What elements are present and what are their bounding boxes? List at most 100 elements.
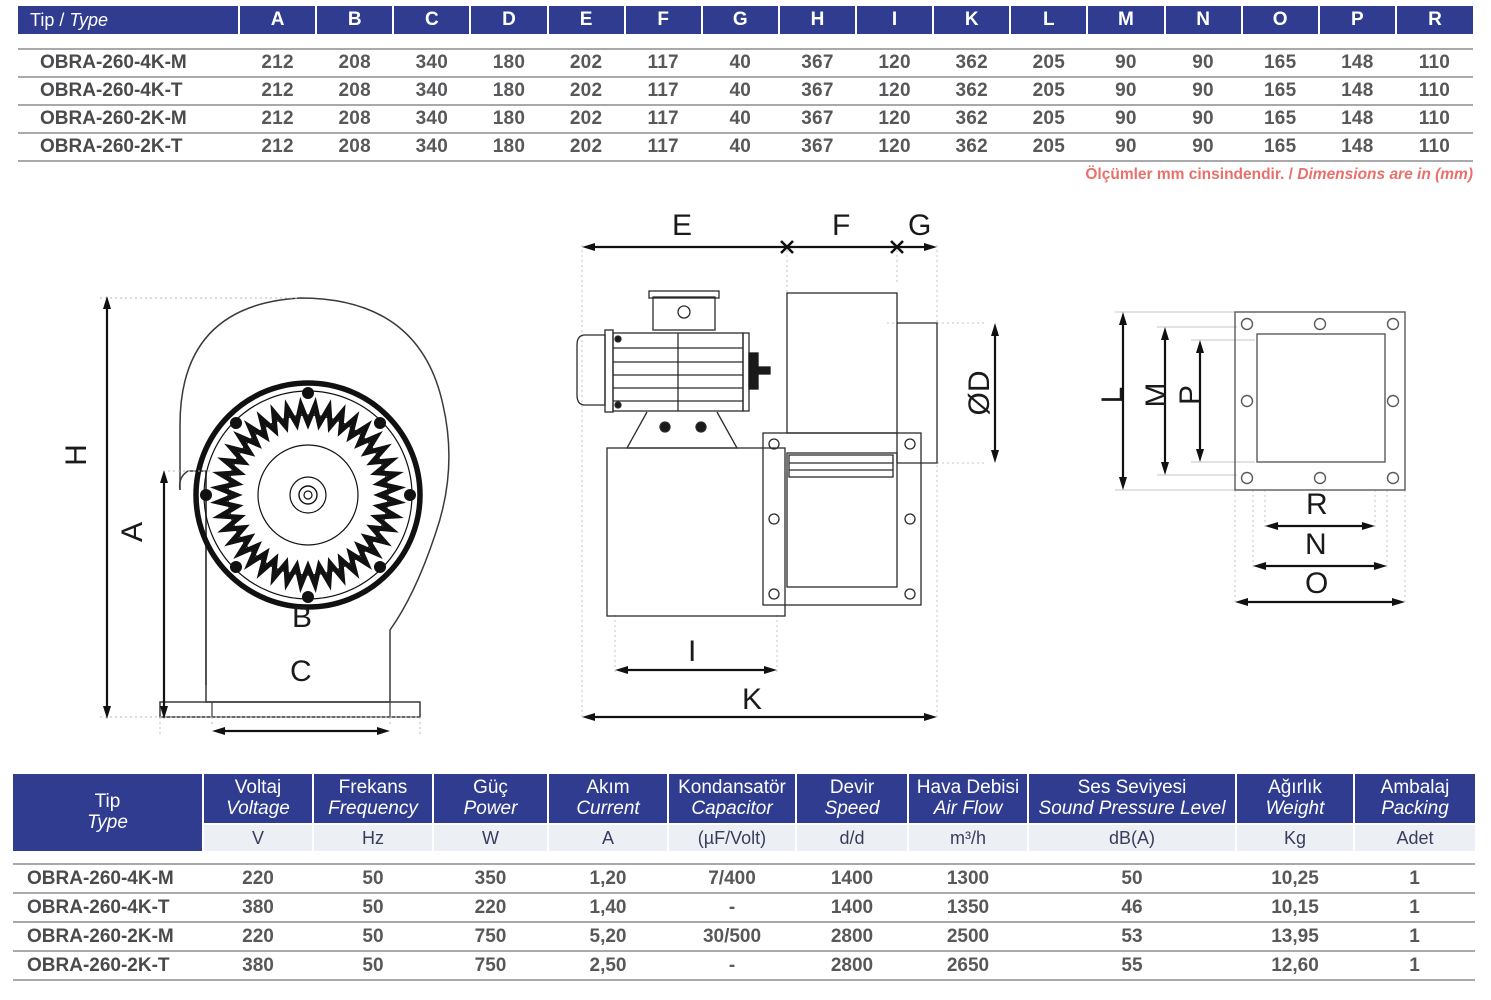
dimension-table: Tip / Type A B C D E F G H I K L M N O P… xyxy=(18,6,1473,162)
spec-cell-weight: 10,25 xyxy=(1236,863,1354,894)
spec-header-capacitor: Kondansatör Capacitor xyxy=(668,774,797,826)
dimension-header-type: Tip / Type xyxy=(18,6,240,34)
dimension-header-I: I xyxy=(856,6,935,34)
dimension-label-E: E xyxy=(672,209,693,242)
dimension-label-B: B xyxy=(292,601,313,634)
dimension-cell-B: 208 xyxy=(316,104,394,133)
dimension-cell-E: 202 xyxy=(547,104,625,133)
spec-cell-voltage: 220 xyxy=(203,921,313,952)
table-row: OBRA-260-4K-T 212 208 340 180 202 117 40… xyxy=(18,76,1473,105)
dimension-cell-P: 148 xyxy=(1318,132,1396,162)
dimension-cell-K: 362 xyxy=(933,104,1011,133)
spec-cell-power: 350 xyxy=(433,863,548,894)
dimension-header-N: N xyxy=(1164,6,1243,34)
dimension-cell-N: 90 xyxy=(1164,104,1242,133)
spec-cell-packing: 1 xyxy=(1354,921,1475,952)
dimension-cell-G: 40 xyxy=(701,76,779,105)
dimension-cell-A: 212 xyxy=(239,76,317,105)
dimension-cell-H: 367 xyxy=(778,104,856,133)
spec-unit-sound: dB(A) xyxy=(1028,824,1237,852)
dimension-cell-H: 367 xyxy=(778,132,856,162)
specification-table-body: OBRA-260-4K-M 220 50 350 1,20 7/400 1400… xyxy=(13,851,1475,982)
specification-table-grid: Tip Type Voltaj Voltage Frekans Frequenc… xyxy=(13,774,1475,982)
spec-header-current: Akım Current xyxy=(548,774,669,826)
dimension-cell-K: 362 xyxy=(933,76,1011,105)
spec-unit-frequency: Hz xyxy=(313,824,434,852)
spec-cell-packing: 1 xyxy=(1354,950,1475,982)
dimension-label-F: F xyxy=(832,209,851,242)
spec-cell-airflow: 2650 xyxy=(908,950,1028,982)
units-note-en: Dimensions are in (mm) xyxy=(1297,166,1473,183)
dimension-header-K: K xyxy=(933,6,1012,34)
spec-cell-current: 1,20 xyxy=(548,863,668,894)
table-row: OBRA-260-2K-M 212 208 340 180 202 117 40… xyxy=(18,104,1473,133)
dimension-cell-O: 165 xyxy=(1241,104,1319,133)
spec-cell-frequency: 50 xyxy=(313,921,433,952)
spec-unit-voltage: V xyxy=(203,824,314,852)
dimension-cell-C: 340 xyxy=(393,76,471,105)
dimension-cell-D: 180 xyxy=(470,132,548,162)
dimension-cell-I: 120 xyxy=(856,104,934,133)
dimension-label-L: L xyxy=(1096,386,1129,404)
spec-cell-frequency: 50 xyxy=(313,892,433,923)
spec-cell-power: 750 xyxy=(433,921,548,952)
dimension-table-body: OBRA-260-4K-M 212 208 340 180 202 117 40… xyxy=(18,34,1473,162)
dimension-cell-P: 148 xyxy=(1318,48,1396,77)
dimension-cell-H: 367 xyxy=(778,48,856,77)
spec-header-packing: Ambalaj Packing xyxy=(1354,774,1475,826)
table-row: OBRA-260-2K-T 212 208 340 180 202 117 40… xyxy=(18,132,1473,162)
dimension-cell-D: 180 xyxy=(470,76,548,105)
dimension-line-EFG xyxy=(582,240,937,254)
dimension-table-grid: Tip / Type A B C D E F G H I K L M N O P… xyxy=(18,6,1473,162)
table-row: OBRA-260-4K-T 380 50 220 1,40 - 1400 135… xyxy=(13,892,1475,923)
spec-header-sound: Ses Seviyesi Sound Pressure Level xyxy=(1028,774,1237,826)
dimension-label-OD: ØD xyxy=(963,370,996,416)
dimension-cell-A: 212 xyxy=(239,48,317,77)
dimension-cell-M: 90 xyxy=(1087,132,1165,162)
spec-cell-airflow: 1350 xyxy=(908,892,1028,923)
dimension-cell-I: 120 xyxy=(856,48,934,77)
dimension-cell-B: 208 xyxy=(316,48,394,77)
spec-cell-current: 2,50 xyxy=(548,950,668,982)
spec-cell-speed: 2800 xyxy=(796,921,908,952)
dimension-cell-L: 205 xyxy=(1010,104,1088,133)
dimension-cell-L: 205 xyxy=(1010,76,1088,105)
spec-cell-airflow: 1300 xyxy=(908,863,1028,894)
technical-drawings: H A B C E F G ØD I K L M P R N O xyxy=(0,195,1491,760)
specification-header-row: Tip Type Voltaj Voltage Frekans Frequenc… xyxy=(13,774,1475,852)
dimension-cell-L: 205 xyxy=(1010,132,1088,162)
units-note: Ölçümler mm cinsindendir. / Dimensions a… xyxy=(1085,166,1473,183)
dimension-cell-H: 367 xyxy=(778,76,856,105)
spec-cell-speed: 1400 xyxy=(796,863,908,894)
dimension-header-row: Tip / Type A B C D E F G H I K L M N O P… xyxy=(18,6,1473,34)
spec-cell-power: 750 xyxy=(433,950,548,982)
dimension-cell-M: 90 xyxy=(1087,104,1165,133)
dimension-cell-P: 148 xyxy=(1318,76,1396,105)
dimension-cell-type: OBRA-260-4K-M xyxy=(18,48,239,77)
spec-spacer-row xyxy=(13,851,1475,864)
spec-cell-power: 220 xyxy=(433,892,548,923)
spec-unit-capacitor: (µF/Volt) xyxy=(668,824,797,852)
dimension-cell-M: 90 xyxy=(1087,48,1165,77)
dimension-label-G: G xyxy=(908,209,932,242)
dimension-header-O: O xyxy=(1241,6,1320,34)
dimension-cell-K: 362 xyxy=(933,48,1011,77)
spec-header-weight: Ağırlık Weight xyxy=(1236,774,1355,826)
spec-cell-sound: 55 xyxy=(1028,950,1236,982)
table-row: OBRA-260-4K-M 212 208 340 180 202 117 40… xyxy=(18,48,1473,77)
spec-unit-speed: d/d xyxy=(796,824,909,852)
dimension-cell-N: 90 xyxy=(1164,132,1242,162)
dimension-label-C: C xyxy=(290,655,312,688)
spec-cell-packing: 1 xyxy=(1354,892,1475,923)
dimension-cell-F: 117 xyxy=(624,76,702,105)
spec-cell-capacitor: 30/500 xyxy=(668,921,796,952)
dimension-cell-P: 148 xyxy=(1318,104,1396,133)
table-row: OBRA-260-4K-M 220 50 350 1,20 7/400 1400… xyxy=(13,863,1475,894)
dimension-label-R: R xyxy=(1306,488,1328,521)
dimension-cell-A: 212 xyxy=(239,132,317,162)
dimension-header-R: R xyxy=(1395,6,1473,34)
table-row: OBRA-260-2K-T 380 50 750 2,50 - 2800 265… xyxy=(13,950,1475,982)
dimension-cell-B: 208 xyxy=(316,132,394,162)
spec-unit-airflow: m³/h xyxy=(908,824,1029,852)
dimension-cell-type: OBRA-260-2K-M xyxy=(18,104,239,133)
